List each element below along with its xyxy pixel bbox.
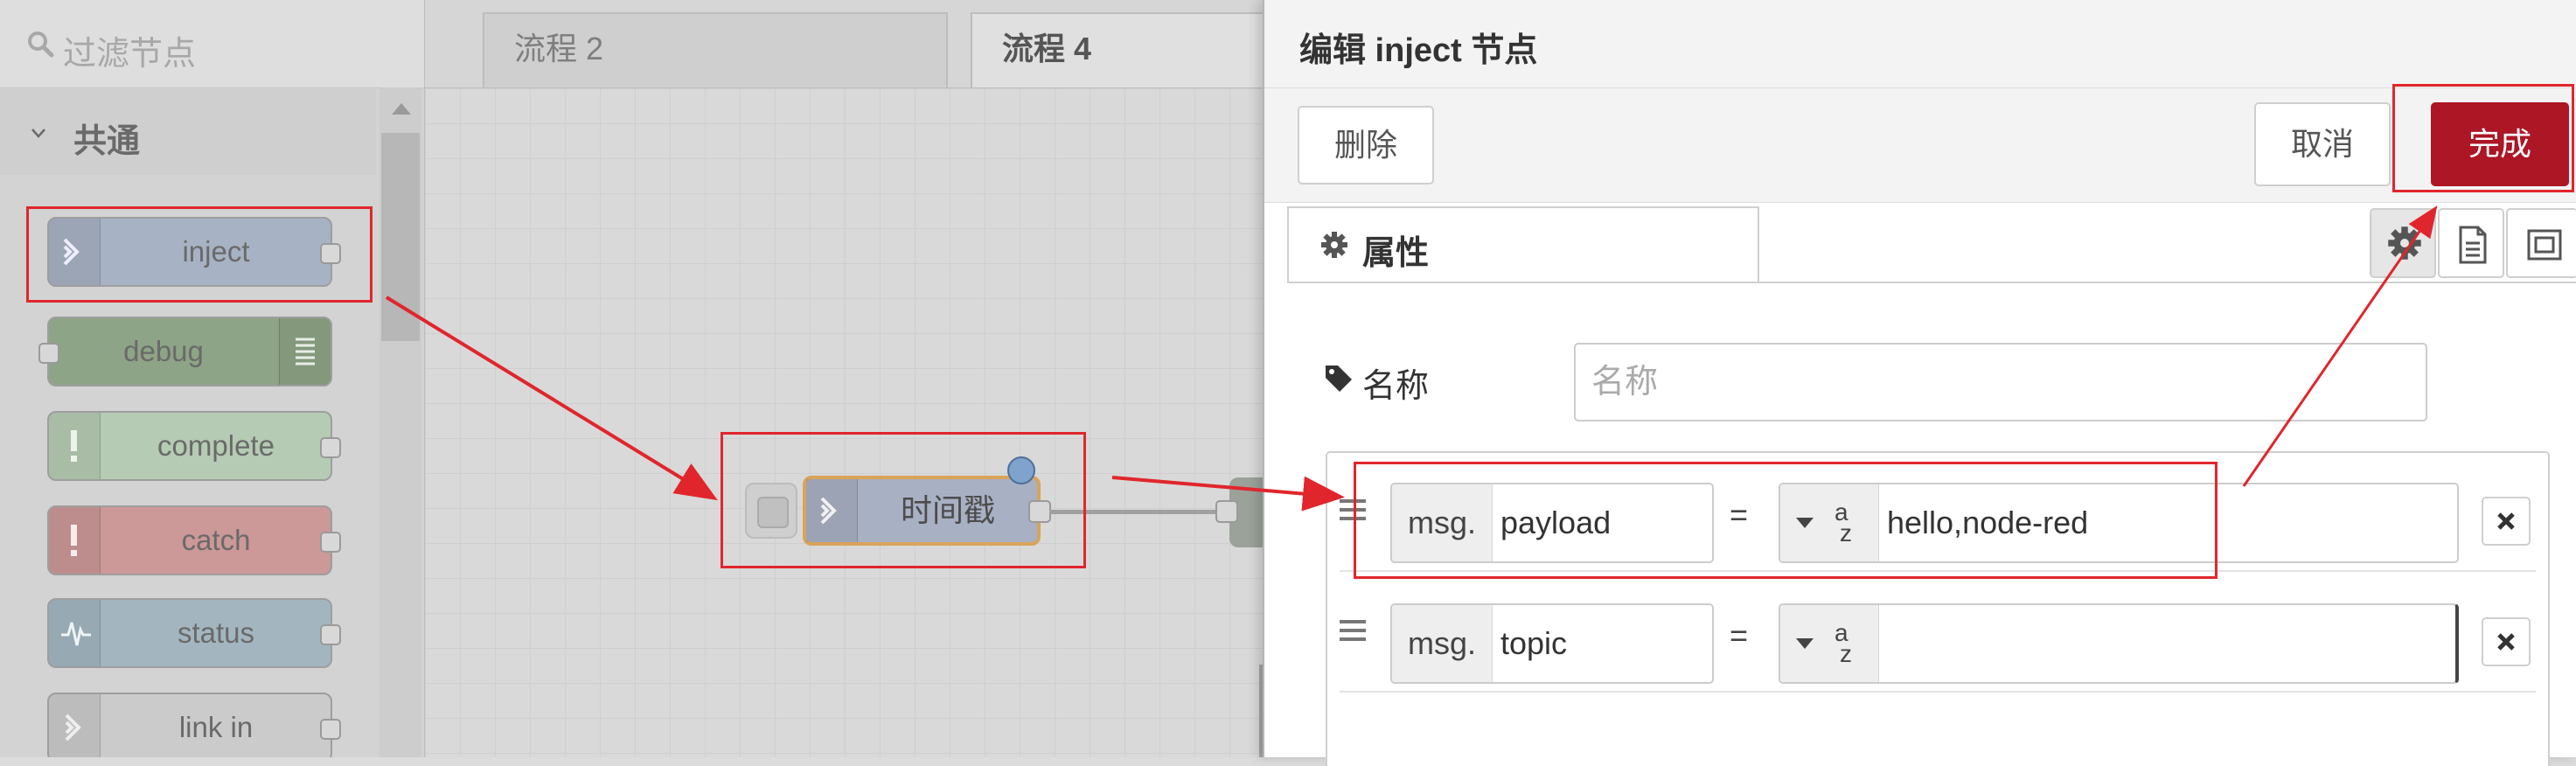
- exclamation-icon: [49, 413, 101, 479]
- flow-wire[interactable]: [1049, 510, 1228, 514]
- inject-arrow-icon: [806, 479, 858, 542]
- output-port[interactable]: [320, 243, 341, 264]
- palette-node-status[interactable]: status: [47, 598, 341, 668]
- tab-flow-2[interactable]: 流程 2: [483, 12, 948, 87]
- name-input[interactable]: [1574, 343, 2427, 421]
- property-value-text: hello,node-red: [1887, 505, 2089, 540]
- palette-category-header[interactable]: 共通: [0, 89, 376, 175]
- palette-scrollbar[interactable]: [379, 87, 421, 757]
- type-selector[interactable]: az: [1780, 484, 1879, 561]
- palette-node-label: link in: [178, 711, 254, 743]
- remove-property-button[interactable]: [2482, 497, 2531, 546]
- tray-title: 编辑 inject 节点: [1299, 32, 1538, 69]
- input-port[interactable]: [1215, 500, 1238, 523]
- message-properties-list: msg. payload = az hello,node-red msg. to…: [1326, 451, 2550, 766]
- document-icon: [2459, 226, 2487, 264]
- appearance-button[interactable]: [2506, 208, 2576, 278]
- gear-icon: [1321, 232, 1347, 258]
- gear-icon: [2388, 226, 2421, 260]
- row-divider: [1340, 570, 2536, 572]
- remove-property-button[interactable]: [2482, 617, 2531, 666]
- palette-node-label: catch: [181, 524, 251, 556]
- palette-node-complete[interactable]: complete: [47, 411, 341, 481]
- flow-node-label: 时间戳: [900, 492, 995, 528]
- tab-divider: [1287, 282, 2576, 283]
- inject-arrow-icon: [49, 219, 101, 285]
- property-key-input[interactable]: msg. topic: [1390, 603, 1714, 684]
- caret-down-icon: [1796, 518, 1814, 528]
- equals-sign: =: [1730, 617, 1749, 653]
- workspace-canvas[interactable]: [425, 88, 1264, 757]
- chevron-down-icon: [31, 129, 45, 138]
- palette-sidebar: 过滤节点 共通 inject debug complete catch stat…: [0, 0, 425, 757]
- palette-node-debug[interactable]: debug: [38, 317, 332, 386]
- exclamation-icon: [49, 507, 101, 574]
- property-value-input[interactable]: az hello,node-red: [1779, 483, 2459, 563]
- workspace-tabs: 流程 2 流程 4: [425, 0, 1268, 88]
- name-field-label: 名称: [1362, 368, 1430, 405]
- properties-gear-button[interactable]: [2370, 208, 2436, 278]
- close-icon: [2497, 633, 2515, 651]
- scroll-up-arrow-icon[interactable]: [392, 103, 411, 115]
- property-key-value: topic: [1500, 625, 1568, 661]
- equals-sign: =: [1730, 497, 1749, 533]
- node-changed-indicator: [1007, 456, 1035, 484]
- output-port[interactable]: [320, 532, 341, 553]
- msg-prefix: msg.: [1392, 605, 1493, 682]
- palette-node-link-in[interactable]: link in: [47, 693, 341, 757]
- scrollbar-thumb[interactable]: [381, 133, 420, 341]
- cancel-button[interactable]: 取消: [2254, 102, 2391, 186]
- palette-node-inject[interactable]: inject: [47, 217, 341, 287]
- string-type-icon: az: [1835, 619, 1852, 667]
- palette-node-label: complete: [157, 429, 275, 462]
- tray-header: 编辑 inject 节点: [1264, 0, 2576, 88]
- palette-node-catch[interactable]: catch: [47, 505, 341, 575]
- palette-category-label: 共通: [73, 123, 141, 160]
- list-icon: [279, 318, 331, 385]
- property-row-topic: msg. topic = az: [1327, 574, 2548, 693]
- drag-handle-icon[interactable]: [1338, 495, 1368, 525]
- output-port[interactable]: [320, 624, 341, 645]
- inject-trigger-button[interactable]: [745, 483, 797, 539]
- palette-node-label: inject: [182, 235, 250, 268]
- tab-flow-4[interactable]: 流程 4: [971, 12, 1268, 87]
- palette-filter-placeholder: 过滤节点: [63, 36, 197, 73]
- description-button[interactable]: [2438, 208, 2504, 278]
- msg-prefix: msg.: [1392, 484, 1493, 561]
- tab-properties-label: 属性: [1362, 235, 1430, 272]
- link-in-icon: [49, 694, 101, 757]
- tab-properties[interactable]: 属性: [1287, 206, 1759, 283]
- tray-toolbar: 删除 取消 完成: [1264, 88, 2576, 203]
- search-icon: [28, 31, 54, 58]
- pulse-icon: [49, 600, 101, 666]
- property-key-value: payload: [1500, 505, 1612, 540]
- row-divider: [1340, 691, 2536, 693]
- palette-node-label: status: [177, 616, 255, 649]
- frame-icon: [2527, 229, 2562, 261]
- property-key-input[interactable]: msg. payload: [1390, 483, 1714, 563]
- output-port[interactable]: [320, 719, 341, 740]
- caret-down-icon: [1796, 638, 1814, 649]
- edit-tray: 编辑 inject 节点 删除 取消 完成 属性 名称 名称 msg. payl…: [1263, 0, 2576, 766]
- done-button[interactable]: 完成: [2431, 102, 2569, 186]
- palette-node-label: debug: [123, 335, 204, 367]
- string-type-icon: az: [1835, 498, 1852, 547]
- palette-filter[interactable]: 过滤节点: [0, 0, 424, 88]
- flow-node-timestamp[interactable]: 时间戳: [803, 476, 1041, 546]
- property-value-input[interactable]: az: [1779, 603, 2459, 684]
- close-icon: [2497, 512, 2515, 530]
- drag-handle-icon[interactable]: [1338, 616, 1368, 645]
- delete-button[interactable]: 删除: [1298, 106, 1434, 185]
- property-row-payload: msg. payload = az hello,node-red: [1327, 453, 2548, 572]
- output-port[interactable]: [320, 437, 341, 458]
- output-port[interactable]: [1028, 500, 1051, 523]
- type-selector[interactable]: az: [1780, 605, 1879, 682]
